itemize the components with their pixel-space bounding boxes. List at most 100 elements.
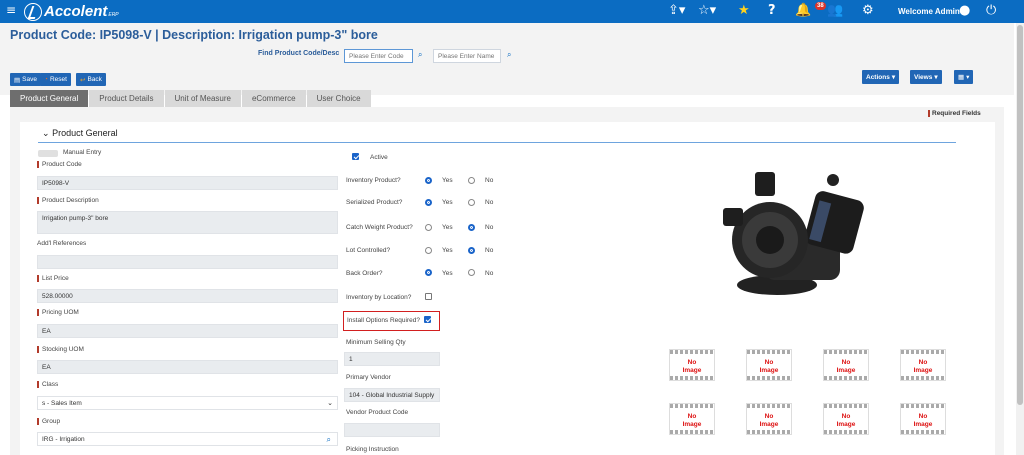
class-select[interactable]: s - Sales Item ⌄ (37, 396, 338, 410)
scrollbar-thumb[interactable] (1017, 25, 1023, 405)
serialized-product-label: Serialized Product? (346, 199, 403, 206)
name-search-input[interactable] (433, 49, 501, 63)
no-image-thumbnail[interactable]: No Image (669, 403, 715, 435)
tab-unit-of-measure[interactable]: Unit of Measure (164, 90, 241, 107)
reset-icon: ◔ (44, 76, 48, 83)
page-title: Product Code: IP5098-V | Description: Ir… (10, 28, 378, 42)
chevron-down-icon: ⌄ (42, 128, 50, 138)
install-options-checkbox[interactable] (424, 316, 431, 323)
chevron-down-icon: ⌄ (327, 400, 333, 407)
no-image-thumbnail[interactable]: No Image (900, 403, 946, 435)
product-description-field[interactable]: Irrigation pump-3" bore (37, 211, 338, 234)
serialized-yes-radio[interactable] (425, 199, 432, 206)
reset-button[interactable]: ◔ Reset (40, 73, 71, 86)
inventory-by-location-checkbox[interactable] (425, 293, 432, 300)
welcome-text[interactable]: Welcome Admin (898, 7, 960, 16)
inventory-no-radio[interactable] (468, 177, 475, 184)
no-image-thumbnail[interactable]: No Image (746, 403, 792, 435)
no-image-thumbnail[interactable]: No Image (669, 349, 715, 381)
group-field[interactable]: IRG - Irrigation ⌕ (37, 432, 338, 446)
tab-user-choice[interactable]: User Choice (306, 90, 371, 107)
layout-dropdown[interactable]: ▦ ▾ (954, 70, 974, 84)
stocking-uom-label: Stocking UOM (37, 346, 84, 353)
help-icon[interactable]: ? (768, 3, 776, 18)
no-image-thumbnail[interactable]: No Image (900, 349, 946, 381)
tab-product-general[interactable]: Product General (10, 90, 89, 107)
manual-entry-label: Manual Entry (63, 149, 102, 156)
tab-product-details[interactable]: Product Details (89, 90, 164, 107)
save-icon: ▤ (14, 76, 21, 84)
code-search-input[interactable] (344, 49, 413, 63)
product-code-label: Product Code (37, 161, 82, 168)
bell-icon[interactable]: 🔔 (795, 3, 811, 18)
lot-controlled-yes-radio[interactable] (425, 247, 432, 254)
favorites-icon[interactable]: ☆▾ (698, 3, 716, 18)
lot-controlled-no-radio[interactable] (468, 247, 475, 254)
menu-icon[interactable]: ≡ (6, 3, 16, 17)
find-label: Find Product Code/Desc (258, 50, 340, 57)
back-button[interactable]: ↩ Back (76, 73, 106, 86)
catch-weight-yes-radio[interactable] (425, 224, 432, 231)
no-image-thumbnail[interactable]: No Image (823, 403, 869, 435)
class-label: Class (37, 381, 58, 388)
product-description-label: Product Description (37, 197, 99, 204)
top-bar: ≡ Accolent ERP ⇪▾ ☆▾ ★ ? 🔔 38 👥 ⚙ Welcom… (0, 0, 1024, 23)
inventory-yes-radio[interactable] (425, 177, 432, 184)
primary-vendor-field[interactable]: 104 - Global Industrial Supply (344, 388, 440, 402)
vendor-product-code-label: Vendor Product Code (346, 409, 409, 416)
back-order-label: Back Order? (346, 270, 383, 277)
actions-dropdown[interactable]: Actions ▾ (862, 70, 900, 84)
logo[interactable]: Accolent ERP (24, 2, 119, 21)
section-divider (38, 142, 956, 143)
min-selling-qty-field[interactable]: 1 (344, 352, 440, 366)
active-checkbox[interactable] (352, 153, 359, 160)
yes-label: Yes (442, 199, 453, 206)
chevron-down-icon: ▾ (966, 74, 970, 81)
addl-references-label: Add'l References (37, 240, 87, 247)
catch-weight-no-radio[interactable] (468, 224, 475, 231)
no-label: No (485, 224, 494, 231)
pricing-uom-field[interactable]: EA (37, 324, 338, 338)
no-image-thumbnail[interactable]: No Image (746, 349, 792, 381)
tab-ecommerce[interactable]: eCommerce (241, 90, 306, 107)
no-label: No (485, 270, 494, 277)
user-icon[interactable]: ● (959, 3, 970, 18)
install-options-label: Install Options Required? (347, 317, 420, 324)
pricing-uom-label: Pricing UOM (37, 309, 79, 316)
no-label: No (485, 247, 494, 254)
search-icon[interactable]: ⌕ (327, 435, 331, 445)
product-image[interactable] (715, 160, 865, 310)
manual-entry-toggle[interactable] (38, 150, 58, 157)
section-header[interactable]: ⌄ Product General (42, 128, 118, 139)
views-dropdown[interactable]: Views ▾ (910, 70, 942, 84)
brand-name: Accolent (44, 3, 108, 20)
save-button[interactable]: ▤ Save (10, 73, 41, 86)
users-icon[interactable]: 👥 (827, 3, 843, 18)
list-price-label: List Price (37, 275, 69, 282)
serialized-no-radio[interactable] (468, 199, 475, 206)
search-icon[interactable]: ⌕ (507, 50, 511, 60)
power-icon[interactable]: ⏻ (986, 3, 996, 18)
no-label: No (485, 177, 494, 184)
no-image-thumbnail[interactable]: No Image (823, 349, 869, 381)
vendor-product-code-field[interactable] (344, 423, 440, 437)
scrollbar[interactable] (1016, 23, 1024, 455)
no-label: No (485, 199, 494, 206)
logo-mark (24, 2, 42, 21)
group-label: Group (37, 418, 60, 425)
share-icon[interactable]: ⇪▾ (668, 3, 685, 18)
addl-references-field[interactable] (37, 255, 338, 269)
picking-instruction-label: Picking Instruction (346, 446, 399, 453)
star-icon[interactable]: ★ (738, 3, 750, 18)
product-code-field[interactable]: IP5098-V (37, 176, 338, 190)
chevron-down-icon: ▾ (891, 74, 896, 81)
lot-controlled-label: Lot Controlled? (346, 247, 391, 254)
search-icon[interactable]: ⌕ (418, 50, 422, 60)
grid-icon: ▦ (958, 74, 965, 81)
back-order-yes-radio[interactable] (425, 269, 432, 276)
list-price-field[interactable]: 528.00000 (37, 289, 338, 303)
back-order-no-radio[interactable] (468, 269, 475, 276)
required-fields-note: Required Fields (928, 110, 981, 117)
stocking-uom-field[interactable]: EA (37, 360, 338, 374)
gear-icon[interactable]: ⚙ (862, 3, 874, 18)
